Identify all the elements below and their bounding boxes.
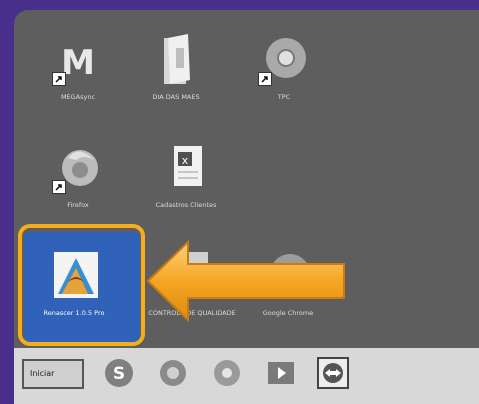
- media-player-icon[interactable]: [264, 356, 298, 390]
- excel-file-icon: x: [156, 138, 216, 198]
- mega-icon: M: [48, 30, 108, 90]
- highlight-frame: [18, 224, 145, 346]
- start-label: Iniciar: [30, 369, 55, 378]
- skype-icon[interactable]: S: [102, 356, 136, 390]
- svg-text:x: x: [182, 154, 189, 167]
- desktop-icon-label: Firefox: [67, 201, 89, 209]
- desktop-icon-cadastros-clientes[interactable]: x Cadastros Clientes: [138, 138, 234, 210]
- svg-text:M: M: [61, 43, 95, 83]
- desktop-icon-megasync[interactable]: M MEGAsync: [30, 30, 126, 102]
- desktop-icon-firefox[interactable]: Firefox: [30, 138, 126, 210]
- teamviewer-icon[interactable]: [316, 356, 350, 390]
- taskbar: Iniciar S: [14, 348, 479, 404]
- desktop-icon-label: MEGAsync: [60, 93, 96, 101]
- desktop-icon-label: DIA DAS MAES: [152, 93, 200, 101]
- desktop-icon-folder-dia-das-maes[interactable]: DIA DAS MAES: [128, 30, 224, 102]
- svg-text:S: S: [113, 364, 125, 384]
- ccleaner-icon[interactable]: [156, 356, 190, 390]
- firefox-icon: [48, 138, 108, 198]
- desktop-icon-label: Cadastros Clientes: [155, 201, 217, 209]
- desktop: M MEGAsync DIA DAS MAES TPC Firefox x Ca…: [14, 10, 479, 404]
- folder-icon: [146, 30, 206, 90]
- pointer-arrow-icon: [146, 239, 345, 323]
- start-button[interactable]: Iniciar: [22, 359, 84, 389]
- desktop-icon-tpc[interactable]: TPC: [236, 30, 332, 102]
- desktop-icon-label: TPC: [277, 93, 291, 101]
- chrome-icon[interactable]: [210, 356, 244, 390]
- chrome-icon: [254, 30, 314, 90]
